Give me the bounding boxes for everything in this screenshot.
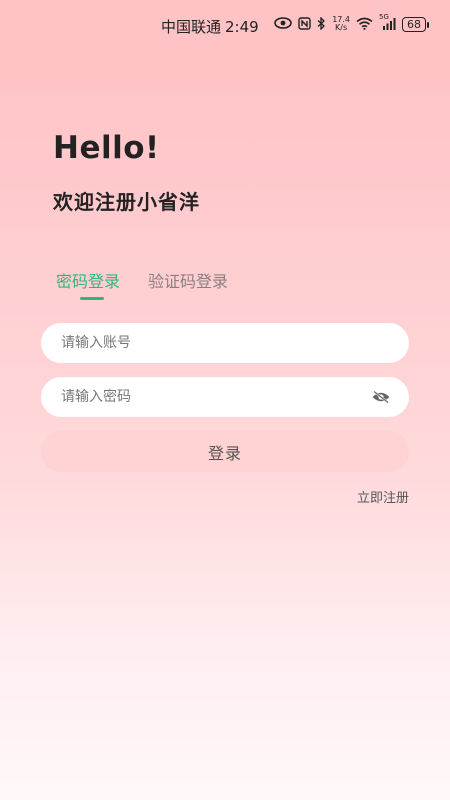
tab-code-login[interactable]: 验证码登录 — [148, 268, 228, 292]
greeting-title: Hello! — [53, 130, 160, 166]
tab-password-login[interactable]: 密码登录 — [56, 268, 121, 300]
net-speed: 17.4 K/s — [332, 16, 350, 32]
account-field[interactable] — [41, 323, 409, 363]
login-button-label: 登录 — [207, 443, 242, 463]
login-tabs: 密码登录 验证码登录 — [56, 268, 228, 300]
battery-icon: 68 — [402, 16, 429, 32]
welcome-subtitle: 欢迎注册小省洋 — [53, 190, 200, 214]
account-input[interactable] — [59, 334, 391, 352]
signal-icon: 5G — [379, 12, 396, 32]
net-speed-unit: K/s — [335, 23, 348, 32]
password-input[interactable] — [59, 388, 371, 406]
active-tab-indicator — [80, 297, 104, 300]
tab-password-login-label: 密码登录 — [56, 272, 121, 291]
login-button[interactable]: 登录 — [41, 431, 409, 472]
tab-code-login-label: 验证码登录 — [148, 272, 229, 291]
bluetooth-icon — [317, 15, 326, 32]
clock: 2:49 — [225, 17, 259, 36]
password-field[interactable] — [41, 377, 409, 417]
register-link[interactable]: 立即注册 — [357, 487, 409, 506]
status-bar-right: 17.4 K/s 5G 68 — [274, 12, 429, 32]
network-type: 5G — [379, 12, 389, 21]
status-bar: 中国联通 2:49 17.4 K/s 5G 68 — [0, 0, 450, 90]
status-bar-left: 中国联通 2:49 — [161, 16, 259, 37]
nfc-icon — [298, 16, 311, 32]
eye-closed-icon[interactable] — [371, 387, 391, 407]
battery-level: 68 — [407, 17, 421, 31]
eye-icon — [274, 17, 292, 31]
wifi-icon — [356, 17, 373, 32]
carrier-label: 中国联通 — [161, 18, 222, 36]
